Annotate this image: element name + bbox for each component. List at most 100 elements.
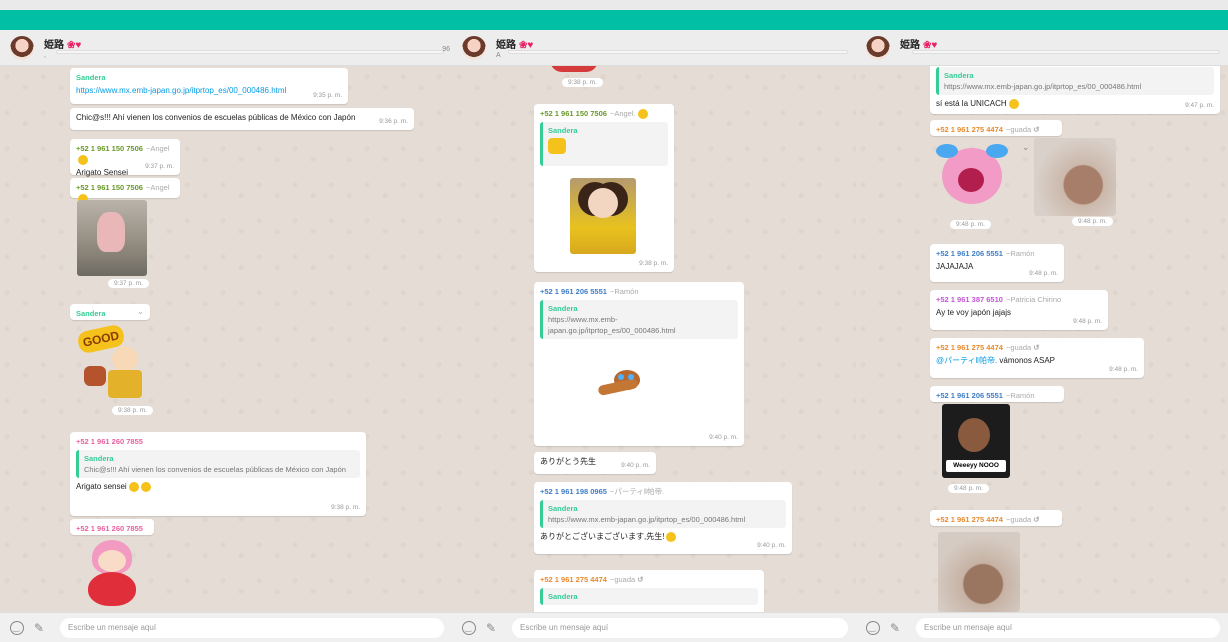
message-bubble[interactable]: Sandera ⌄ (70, 304, 150, 320)
sticker-heart-girl[interactable] (80, 538, 150, 608)
message-time: 9:48 p. m. (950, 220, 991, 229)
group-avatar[interactable] (10, 36, 34, 60)
quoted-message[interactable]: Sandera https://www.mx.emb-japan.go.jp/i… (936, 67, 1214, 95)
sender-name: +52 1 961 260 7855 (76, 524, 143, 533)
quoted-message[interactable]: Sandera https://www.mx.emb-japan.go.jp/i… (540, 500, 786, 528)
message-time: 9:35 p. m. (313, 92, 342, 99)
message-bubble[interactable]: +52 1 961 198 0965 ~パーティ‖帕帝. Sandera http… (534, 482, 792, 554)
sticker-good[interactable]: GOOD (76, 323, 146, 400)
teal-banner (0, 10, 1228, 30)
quoted-message[interactable]: Sandera https://www.mx.emb-japan.go.jp/i… (540, 300, 738, 339)
sender-name: +52 1 961 275 4474 ~guada ↺ (936, 125, 1040, 134)
emoji-icon (637, 109, 648, 120)
header-subtext: , (44, 52, 46, 59)
message-bubble[interactable]: +52 1 961 206 5551 ~Ramón (930, 386, 1064, 402)
message-bubble[interactable]: +52 1 961 275 4474 ~guada ↺ (930, 510, 1062, 526)
message-input[interactable]: Escribe un mensaje aquí (916, 618, 1220, 638)
quoted-sender: Sandera (84, 454, 114, 463)
message-list[interactable]: Sandera https://www.mx.emb-japan.go.jp/i… (856, 60, 1228, 612)
crying-emoji-icon (1008, 98, 1019, 109)
message-list[interactable]: Sandera https://www.mx.emb-japan.go.jp/i… (0, 66, 452, 612)
message-time: 9:38 p. m. (639, 260, 668, 267)
message-bubble[interactable]: Sandera https://www.mx.emb-japan.go.jp/i… (930, 60, 1220, 114)
sender-name: Sandera (76, 309, 106, 318)
message-bubble[interactable]: +52 1 961 275 4474 ~guada ↺ @パーティ‖帕帝. vám… (930, 338, 1144, 378)
emoji-button-icon[interactable] (866, 621, 880, 635)
quoted-message[interactable]: Sandera Chic@s!!! Ahí vienen los conveni… (76, 450, 360, 478)
quoted-sender: Sandera (548, 504, 578, 513)
sender-name: +52 1 961 275 4474 ~guada ↺ (540, 575, 644, 584)
message-bubble[interactable]: +52 1 961 206 5551 ~Ramón JAJAJAJA 9:48 p… (930, 244, 1064, 282)
browser-topbar (0, 0, 1228, 30)
sender-name: +52 1 961 206 5551 ~Ramón (936, 249, 1035, 258)
chevron-down-icon[interactable]: ⌄ (137, 306, 144, 317)
attach-clip-icon[interactable]: ✎ (890, 621, 900, 635)
photo-animal[interactable] (1034, 138, 1116, 216)
message-bubble[interactable]: +52 1 961 275 4474 ~guada ↺ (930, 120, 1062, 136)
chat-header[interactable]: 姫路 ❀♥ , 96 (0, 30, 452, 66)
message-time: 9:40 p. m. (621, 462, 650, 469)
message-link[interactable]: https://www.mx.emb-japan.go.jp/itprtop_e… (76, 85, 342, 96)
sticker-weeeyy-nooo[interactable]: Weeeyy NOOO (942, 404, 1010, 478)
message-bubble[interactable]: +52 1 961 260 7855 (70, 519, 154, 535)
message-time: 9:36 p. m. (379, 118, 408, 125)
photo-animal[interactable] (938, 532, 1020, 612)
quoted-sender: Sandera (548, 126, 578, 136)
members-bar (508, 50, 848, 54)
quoted-text: https://www.mx.emb-japan.go.jp/itprtop_e… (944, 82, 1142, 91)
message-bubble[interactable]: Sandera https://www.mx.emb-japan.go.jp/i… (70, 68, 348, 104)
message-time: 9:48 p. m. (1109, 366, 1138, 373)
message-text: Chic@s!!! Ahí vienen los convenios de es… (76, 113, 356, 122)
sender-name: +52 1 961 275 4474 ~guada ↺ (936, 343, 1040, 352)
quoted-message[interactable]: Sandera (540, 122, 668, 167)
message-bubble[interactable]: +52 1 961 206 5551 ~Ramón Sandera https:/… (534, 282, 744, 446)
chat-header[interactable]: 姫路 ❀♥ (856, 30, 1228, 66)
message-bubble[interactable]: Chic@s!!! Ahí vienen los convenios de es… (70, 108, 414, 130)
attach-clip-icon[interactable]: ✎ (486, 621, 496, 635)
chat-pane-2: 姫路 ❀♥ A 9:38 p. m. +52 1 961 150 7506 ~Ang… (452, 30, 856, 642)
emoji-icon (666, 531, 677, 542)
message-bubble[interactable]: +52 1 961 150 7506 ~Angel. Sandera 9:38 p… (534, 104, 674, 272)
group-avatar[interactable] (866, 36, 890, 60)
photo-child[interactable] (570, 178, 636, 254)
sender-name: +52 1 961 275 4474 ~guada ↺ (936, 515, 1040, 524)
quoted-message[interactable]: Sandera (540, 588, 758, 605)
message-text: sí está la UNICACH (936, 98, 1214, 109)
chevron-down-icon[interactable]: ⌄ (1022, 142, 1030, 153)
composer-bar: ✎ Escribe un mensaje aquí (856, 612, 1228, 642)
header-number: 96 (442, 46, 450, 53)
attach-clip-icon[interactable]: ✎ (34, 621, 44, 635)
message-bubble[interactable]: +52 1 961 150 7506 ~Angel Arigato Sensei … (70, 139, 180, 177)
message-text: Arigato sensei (76, 481, 360, 492)
chat-title: 姫路 ❀♥ (900, 40, 938, 51)
message-time: 9:40 p. m. (757, 542, 786, 549)
sender-name: +52 1 961 198 0965 ~パーティ‖帕帝. (540, 487, 665, 496)
message-input[interactable]: Escribe un mensaje aquí (60, 618, 444, 638)
message-bubble[interactable]: +52 1 961 387 6510 ~Patricia Chirino Ay t… (930, 290, 1108, 330)
quoted-sender: Sandera (548, 592, 578, 601)
message-time: 9:38 p. m. (112, 406, 153, 415)
message-input[interactable]: Escribe un mensaje aquí (512, 618, 848, 638)
sender-name: Sandera (76, 73, 106, 82)
chat-pane-1: 姫路 ❀♥ , 96 Sandera https://www.mx.emb-jap… (0, 30, 452, 642)
header-subtext: A (496, 52, 501, 59)
chat-header[interactable]: 姫路 ❀♥ A (452, 30, 856, 66)
sticker-crying-kirby[interactable] (936, 140, 1010, 214)
mention-link[interactable]: @パーティ‖帕帝. (936, 356, 997, 365)
message-list[interactable]: 9:38 p. m. +52 1 961 150 7506 ~Angel. San… (452, 60, 856, 620)
message-time: 9:38 p. m. (562, 78, 603, 87)
emoji-button-icon[interactable] (462, 621, 476, 635)
message-bubble[interactable]: +52 1 961 150 7506 ~Angel (70, 178, 180, 205)
message-time: 9:48 p. m. (948, 484, 989, 493)
message-bubble[interactable]: ありがとう先生 9:40 p. m. (534, 452, 656, 474)
laughing-emoji-icon (128, 481, 139, 492)
emoji-button-icon[interactable] (10, 621, 24, 635)
message-time: 9:37 p. m. (145, 163, 174, 170)
quoted-text: https://www.mx.emb-japan.go.jp/itprtop_e… (548, 515, 746, 524)
sticker-jerry[interactable] (594, 366, 654, 400)
message-bubble[interactable]: +52 1 961 260 7855 Sandera Chic@s!!! Ahí… (70, 432, 366, 516)
message-text: ありがとございまございます,先生! (540, 531, 786, 542)
photo-pig-costume[interactable] (77, 200, 147, 276)
sender-name: +52 1 961 206 5551 ~Ramón (540, 287, 639, 296)
group-avatar[interactable] (462, 36, 486, 60)
